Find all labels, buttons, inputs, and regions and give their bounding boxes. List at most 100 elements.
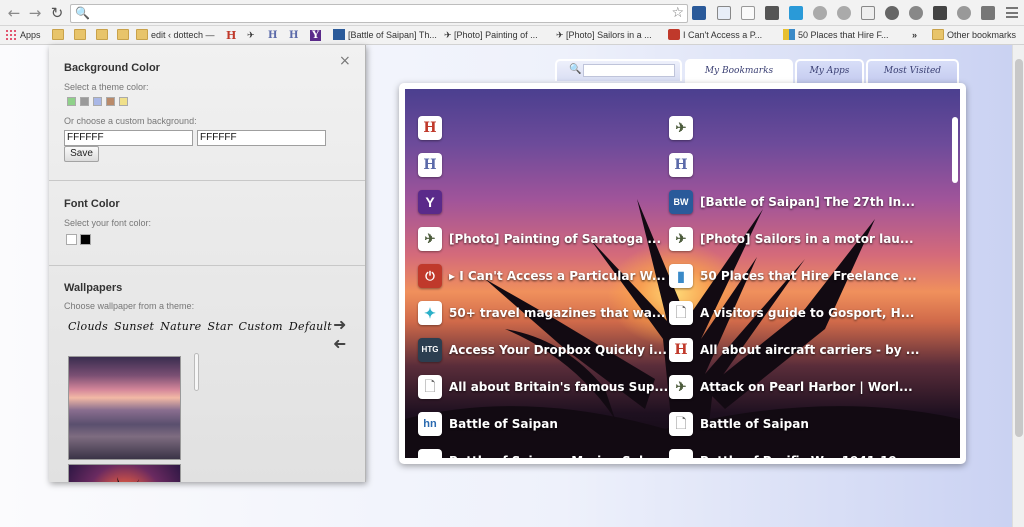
back-arrow-icon[interactable]: ←: [5, 4, 23, 22]
bookmark-photo-sailors[interactable]: ✈ [Photo] Sailors in a ...: [556, 28, 652, 43]
h-icon: H: [418, 116, 442, 140]
theme-color-swatch[interactable]: [67, 97, 76, 106]
extension-icon[interactable]: [741, 6, 755, 20]
browser-toolbar: ← → ↻ 🔍 ☆: [0, 0, 1024, 26]
tab-my-bookmarks[interactable]: My Bookmarks: [685, 59, 793, 85]
bookmark-icon-only[interactable]: ✈: [247, 28, 255, 43]
page-icon: 🗋: [669, 412, 693, 436]
search-icon: 🔍: [569, 64, 582, 75]
page-scrollbar[interactable]: [1012, 45, 1024, 527]
theme-default[interactable]: Default: [289, 320, 332, 333]
extension-icon[interactable]: [885, 6, 899, 20]
wallpaper-thumbnail-sunset-beach[interactable]: [68, 356, 181, 460]
bookmark-icon-only[interactable]: Y: [310, 28, 324, 43]
extension-icon[interactable]: [813, 6, 827, 20]
page-icon: 🗋: [418, 375, 442, 399]
font-color-swatch[interactable]: [80, 234, 91, 245]
address-bar[interactable]: 🔍 ☆: [70, 4, 688, 23]
theme-color-swatch[interactable]: [93, 97, 102, 106]
bookmarks-frame: H H Y ✈ [Photo] Painting of Saratoga ... …: [399, 83, 966, 464]
extension-icon[interactable]: [765, 6, 779, 20]
tab-most-visited[interactable]: Most Visited: [866, 59, 959, 83]
h-icon: H: [669, 338, 693, 362]
other-bookmarks[interactable]: Other bookmarks: [932, 28, 1016, 43]
page-icon: ▭: [669, 449, 693, 458]
extension-icon[interactable]: [933, 6, 947, 20]
hn-icon: hn: [418, 412, 442, 436]
folder-icon: [74, 29, 86, 40]
bookmark-search-input[interactable]: [583, 64, 675, 77]
y-icon: Y: [418, 190, 442, 214]
theme-color-swatch[interactable]: [119, 97, 128, 106]
y-icon: Y: [310, 30, 322, 41]
extension-icon[interactable]: [692, 6, 706, 20]
extension-icon[interactable]: [909, 6, 923, 20]
theme-custom[interactable]: Custom: [238, 320, 282, 333]
extension-icon[interactable]: [717, 6, 731, 20]
wallpaper-thumbnail-sunset-plant[interactable]: [68, 464, 181, 482]
tab-my-apps[interactable]: My Apps: [795, 59, 864, 83]
extension-icon[interactable]: [837, 6, 851, 20]
bookmark-edit-dottech[interactable]: edit ‹ dottech —: [136, 28, 215, 43]
bookmarks-bar: Apps edit ‹ dottech — H ✈ H H Y [Battle …: [0, 26, 1024, 45]
font-color-label: Select your font color:: [64, 218, 152, 228]
travel-icon: ✦: [418, 301, 442, 325]
theme-sunset[interactable]: Sunset: [114, 320, 154, 333]
section-title: Wallpapers: [64, 282, 123, 294]
bookmarks-overflow[interactable]: »: [912, 28, 917, 43]
bookmark-icon-only[interactable]: H: [226, 28, 236, 43]
folder-bookmark[interactable]: [96, 28, 111, 43]
forward-arrow-icon[interactable]: →: [26, 4, 44, 22]
menu-icon[interactable]: [1006, 7, 1018, 18]
apps-shortcut[interactable]: Apps: [5, 28, 41, 43]
theme-color-label: Select a theme color:: [64, 82, 149, 92]
theme-clouds[interactable]: Clouds: [68, 320, 108, 333]
plane-icon: ✈: [418, 227, 442, 251]
background-color-input-2[interactable]: FFFFFF: [197, 130, 326, 146]
save-button[interactable]: Save: [64, 146, 99, 162]
folder-bookmark[interactable]: [52, 28, 67, 43]
bookmarks-scrollbar[interactable]: [952, 117, 958, 183]
star-icon[interactable]: ☆: [671, 5, 684, 21]
theme-color-swatch[interactable]: [80, 97, 89, 106]
plane-icon: ✈: [556, 30, 567, 40]
wallpaper-theme-list: Clouds Sunset Nature Star Custom Default: [68, 320, 338, 333]
extension-icon[interactable]: [957, 6, 971, 20]
bookmark-photo-painting[interactable]: ✈ [Photo] Painting of ...: [444, 28, 538, 43]
bookmark-50-places[interactable]: 50 Places that Hire F...: [783, 28, 889, 43]
background-color-section: Background Color Select a theme color: O…: [49, 45, 365, 181]
folder-bookmark[interactable]: [74, 28, 89, 43]
bookmark-cant-access[interactable]: I Can't Access a P...: [668, 28, 762, 43]
folder-icon: [96, 29, 108, 40]
background-color-input-1[interactable]: FFFFFF: [64, 130, 193, 146]
folder-icon: [52, 29, 64, 40]
bookmark-battle-saipan[interactable]: [Battle of Saipan] Th...: [333, 28, 437, 43]
font-color-section: Font Color Select your font color:: [49, 181, 365, 266]
extension-icon[interactable]: [981, 6, 995, 20]
reload-icon[interactable]: ↻: [48, 4, 66, 22]
bookmark-icon-only[interactable]: H: [268, 28, 280, 43]
wallpaper-theme-label: Choose wallpaper from a theme:: [64, 301, 195, 311]
plane-icon: ✈: [247, 30, 255, 40]
book-icon: ▮: [669, 264, 693, 288]
plant-silhouette: [117, 477, 139, 482]
theme-nature[interactable]: Nature: [160, 320, 201, 333]
bw-icon: [333, 29, 345, 40]
previous-arrow-icon[interactable]: ➜: [333, 334, 346, 353]
bookmark-icon-only[interactable]: H: [289, 28, 301, 43]
page-scrollbar-thumb[interactable]: [1015, 59, 1023, 437]
extension-icon[interactable]: [789, 6, 803, 20]
section-title: Font Color: [64, 198, 120, 210]
custom-background-label: Or choose a custom background:: [64, 116, 197, 126]
plane-icon: ✈: [669, 227, 693, 251]
wallpaper-scrollbar[interactable]: [194, 353, 199, 391]
h-icon: H: [226, 29, 237, 42]
folder-bookmark[interactable]: [117, 28, 132, 43]
font-color-swatch[interactable]: [66, 234, 77, 245]
extension-icon[interactable]: [861, 6, 875, 20]
plane-icon: ✈: [669, 116, 693, 140]
next-arrow-icon[interactable]: ➜: [333, 315, 346, 334]
h-icon: H: [418, 153, 442, 177]
theme-star[interactable]: Star: [208, 320, 233, 333]
theme-color-swatch[interactable]: [106, 97, 115, 106]
